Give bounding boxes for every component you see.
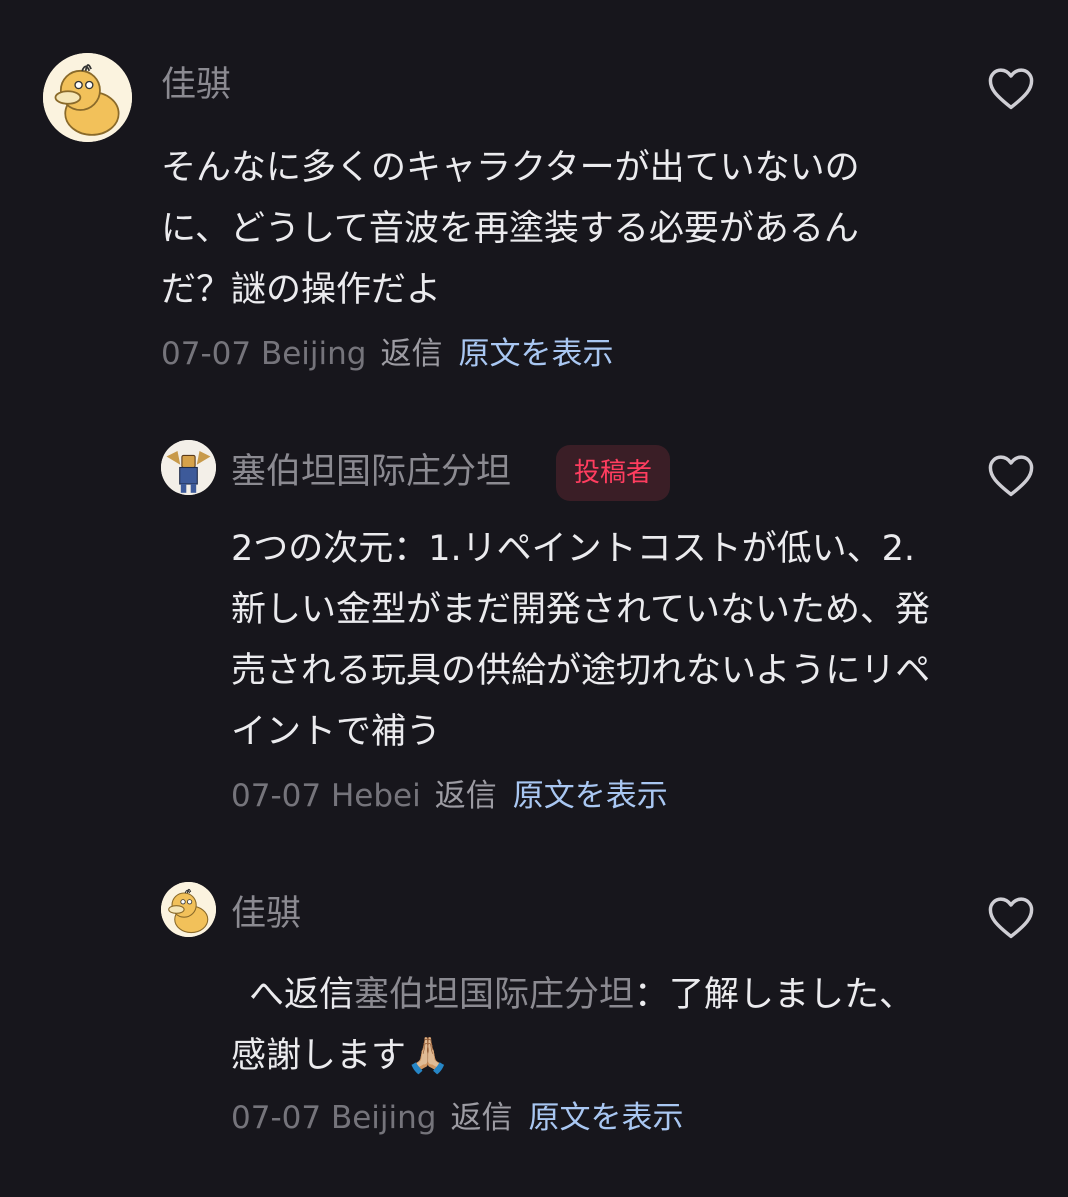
reply-item: 塞伯坦国际庄分坦 投稿者 2つの次元：1.リペイントコストが低い、2.新しい金型… bbox=[0, 420, 1068, 840]
comment-text: そんなに多くのキャラクターが出ていないのに、どうして音波を再塗装する必要があるん… bbox=[161, 148, 860, 310]
comment-username[interactable]: 佳骐 bbox=[231, 894, 301, 934]
user-avatar[interactable] bbox=[161, 440, 216, 495]
heart-outline-icon bbox=[988, 68, 1034, 110]
comment-text: へ返信塞伯坦国际庄分坦：了解しました、感謝します🙏🏼 bbox=[231, 965, 931, 1087]
mention-link[interactable]: 塞伯坦国际庄分坦 bbox=[354, 975, 634, 1015]
comment-meta: 07-07 Beijing 返信 原文を表示 bbox=[231, 1098, 683, 1138]
heart-outline-icon bbox=[988, 455, 1034, 497]
user-avatar[interactable] bbox=[161, 882, 216, 937]
reply-item: 佳骐 へ返信塞伯坦国际庄分坦：了解しました、感謝します🙏🏼 07-07 Beij… bbox=[0, 860, 1068, 1180]
psyduck-avatar-icon bbox=[43, 53, 132, 142]
comment-timestamp: 07-07 Beijing bbox=[231, 1100, 437, 1136]
comment-meta: 07-07 Hebei 返信 原文を表示 bbox=[231, 776, 668, 816]
comment-timestamp: 07-07 Beijing bbox=[161, 336, 367, 372]
user-avatar[interactable] bbox=[43, 53, 132, 142]
reply-button[interactable]: 返信 bbox=[435, 778, 497, 814]
reply-prefix: へ返信 bbox=[249, 975, 355, 1015]
robot-character-avatar-icon bbox=[161, 440, 216, 495]
comment-meta: 07-07 Beijing 返信 原文を表示 bbox=[161, 334, 613, 374]
reply-button[interactable]: 返信 bbox=[450, 1100, 512, 1136]
show-original-button[interactable]: 原文を表示 bbox=[458, 336, 613, 372]
comment-username[interactable]: 塞伯坦国际庄分坦 bbox=[231, 452, 511, 492]
reply-button[interactable]: 返信 bbox=[380, 336, 442, 372]
like-button[interactable] bbox=[985, 892, 1037, 944]
author-badge: 投稿者 bbox=[556, 445, 671, 501]
comment-timestamp: 07-07 Hebei bbox=[231, 778, 421, 814]
psyduck-avatar-icon bbox=[161, 882, 216, 937]
like-button[interactable] bbox=[985, 63, 1037, 115]
like-button[interactable] bbox=[985, 450, 1037, 502]
comment-username[interactable]: 佳骐 bbox=[161, 65, 231, 105]
comment-item: 佳骐 そんなに多くのキャラクターが出ていないのに、どうして音波を再塗装する必要が… bbox=[0, 0, 1068, 400]
comment-text: 2つの次元：1.リペイントコストが低い、2.新しい金型がまだ開発されていないため… bbox=[231, 529, 931, 752]
heart-outline-icon bbox=[988, 897, 1034, 939]
show-original-button[interactable]: 原文を表示 bbox=[528, 1100, 683, 1136]
show-original-button[interactable]: 原文を表示 bbox=[513, 778, 668, 814]
